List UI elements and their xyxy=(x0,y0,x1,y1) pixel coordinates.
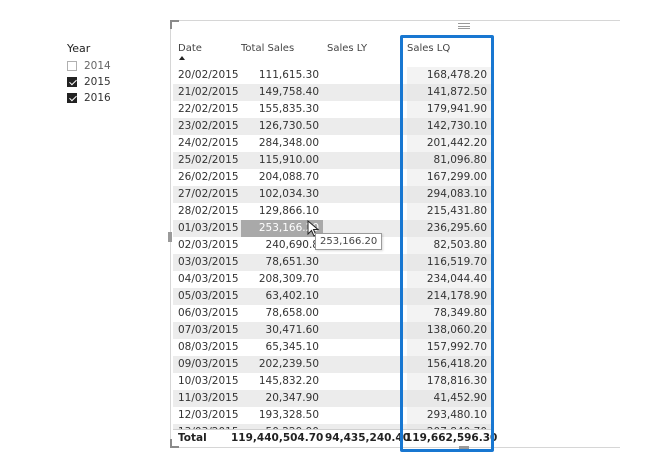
cell-date[interactable]: 04/03/2015 xyxy=(178,273,239,285)
slicer-item-2015[interactable]: 2015 xyxy=(67,74,111,90)
cell-date[interactable]: 05/03/2015 xyxy=(178,290,239,302)
visual-border-bottom xyxy=(178,447,620,448)
table-visual[interactable]: Date Total Sales Sales LY Sales LQ 20/02… xyxy=(168,20,620,452)
resize-corner-top-left[interactable] xyxy=(170,20,179,29)
cell-date[interactable]: 09/03/2015 xyxy=(178,358,239,370)
column-header-total-sales[interactable]: Total Sales xyxy=(241,43,294,54)
slicer-items: 2014 2015 2016 xyxy=(67,58,111,106)
cell-date[interactable]: 24/02/2015 xyxy=(178,137,239,149)
year-slicer: Year 2014 2015 2016 xyxy=(67,42,111,106)
cell-total-sales[interactable]: 30,471.60 xyxy=(243,324,319,336)
cell-date[interactable]: 06/03/2015 xyxy=(178,307,239,319)
total-sales-total: 119,440,504.70 xyxy=(231,432,324,444)
cell-total-sales[interactable]: 204,088.70 xyxy=(243,171,319,183)
sales-lq-highlight-box xyxy=(400,35,494,452)
cell-total-sales[interactable]: 240,690.8 xyxy=(243,239,319,251)
cell-date[interactable]: 07/03/2015 xyxy=(178,324,239,336)
slicer-item-label: 2015 xyxy=(84,76,111,88)
cell-date[interactable]: 03/03/2015 xyxy=(178,256,239,268)
cell-date[interactable]: 11/03/2015 xyxy=(178,392,239,404)
total-label: Total xyxy=(178,432,207,444)
value-tooltip: 253,166.20 xyxy=(315,233,383,250)
cell-date[interactable]: 28/02/2015 xyxy=(178,205,239,217)
cell-date[interactable]: 10/03/2015 xyxy=(178,375,239,387)
checkbox-icon[interactable] xyxy=(67,77,77,87)
cell-date[interactable]: 27/02/2015 xyxy=(178,188,239,200)
cell-date[interactable]: 26/02/2015 xyxy=(178,171,239,183)
cell-total-sales[interactable]: 202,239.50 xyxy=(243,358,319,370)
cell-total-sales[interactable]: 65,345.10 xyxy=(243,341,319,353)
cell-date[interactable]: 22/02/2015 xyxy=(178,103,239,115)
cell-total-sales[interactable]: 149,758.40 xyxy=(243,86,319,98)
checkbox-icon[interactable] xyxy=(67,93,77,103)
slicer-item-2016[interactable]: 2016 xyxy=(67,90,111,106)
cell-total-sales[interactable]: 115,910.00 xyxy=(243,154,319,166)
checkbox-icon[interactable] xyxy=(67,61,77,71)
drag-handle-icon[interactable] xyxy=(458,23,470,29)
column-header-sales-ly[interactable]: Sales LY xyxy=(327,43,367,54)
cell-date[interactable]: 25/02/2015 xyxy=(178,154,239,166)
cell-total-sales[interactable]: 145,832.20 xyxy=(243,375,319,387)
cell-date[interactable]: 20/02/2015 xyxy=(178,69,239,81)
cell-date[interactable]: 23/02/2015 xyxy=(178,120,239,132)
column-header-date[interactable]: Date xyxy=(178,43,202,54)
cell-total-sales[interactable]: 78,658.00 xyxy=(243,307,319,319)
cell-date[interactable]: 02/03/2015 xyxy=(178,239,239,251)
cell-date[interactable]: 08/03/2015 xyxy=(178,341,239,353)
cell-total-sales[interactable]: 63,402.10 xyxy=(243,290,319,302)
sort-ascending-icon[interactable] xyxy=(179,56,185,60)
cell-total-sales[interactable]: 155,835.30 xyxy=(243,103,319,115)
cell-total-sales[interactable]: 78,651.30 xyxy=(243,256,319,268)
cell-total-sales[interactable]: 126,730.50 xyxy=(243,120,319,132)
slicer-item-label: 2016 xyxy=(84,92,111,104)
slicer-item-label: 2014 xyxy=(84,60,111,72)
slicer-title: Year xyxy=(67,42,91,55)
cell-total-sales[interactable]: 20,347.90 xyxy=(243,392,319,404)
resize-handle-left[interactable] xyxy=(168,232,172,242)
visual-border-top xyxy=(178,20,620,21)
cell-date[interactable]: 12/03/2015 xyxy=(178,409,239,421)
slicer-item-2014[interactable]: 2014 xyxy=(67,58,111,74)
cell-date[interactable]: 01/03/2015 xyxy=(178,222,239,234)
cell-total-sales[interactable]: 129,866.10 xyxy=(243,205,319,217)
cell-total-sales[interactable]: 102,034.30 xyxy=(243,188,319,200)
cell-total-sales[interactable]: 208,309.70 xyxy=(243,273,319,285)
cell-date[interactable]: 21/02/2015 xyxy=(178,86,239,98)
cell-total-sales[interactable]: 111,615.30 xyxy=(243,69,319,81)
cell-total-sales[interactable]: 284,348.00 xyxy=(243,137,319,149)
cell-total-sales[interactable]: 193,328.50 xyxy=(243,409,319,421)
sales-ly-total: 94,435,240.40 xyxy=(325,432,411,444)
